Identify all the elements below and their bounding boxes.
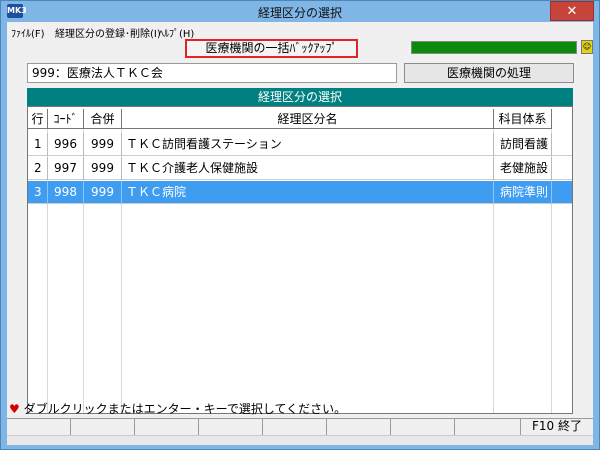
cell-row: 2 (28, 157, 48, 180)
bottom-strip (7, 435, 593, 445)
heart-icon: ♥ (9, 402, 20, 416)
column-header-code: ｺｰﾄﾞ (48, 109, 84, 129)
cell-code: 997 (48, 157, 84, 180)
accounting-division-table: 行 ｺｰﾄﾞ 合併 経理区分名 科目体系 1 996 999 ＴＫＣ訪問看護ステ… (27, 106, 573, 414)
table-row[interactable]: 1 996 999 ＴＫＣ訪問看護ステーション 訪問看護 (28, 133, 572, 156)
progress-bar (411, 41, 577, 54)
menu-bar: ﾌｧｲﾙ(F) 経理区分の登録･削除(I) ﾍﾙﾌﾟ(H) (7, 22, 593, 40)
cell-system: 病院準則 (494, 181, 552, 204)
fkey-slot[interactable] (455, 419, 521, 435)
fkey-slot[interactable] (71, 419, 135, 435)
column-header-merge: 合併 (84, 109, 122, 129)
main-window: MK3 経理区分の選択 ✕ ﾌｧｲﾙ(F) 経理区分の登録･削除(I) ﾍﾙﾌﾟ… (0, 0, 600, 450)
cell-row: 1 (28, 133, 48, 156)
process-organization-button[interactable]: 医療機関の処理 (404, 63, 574, 83)
cell-name: ＴＫＣ訪問看護ステーション (122, 133, 494, 156)
cell-name: ＴＫＣ病院 (122, 181, 494, 204)
cell-merge: 999 (84, 133, 122, 156)
section-title: 経理区分の選択 (27, 88, 573, 106)
cell-merge: 999 (84, 181, 122, 204)
cell-code: 996 (48, 133, 84, 156)
fkey-slot[interactable] (391, 419, 455, 435)
organization-field: 999：医療法人ＴＫＣ会 (27, 63, 397, 83)
title-bar[interactable]: MK3 経理区分の選択 ✕ (1, 1, 599, 22)
table-row[interactable]: 3 998 999 ＴＫＣ病院 病院準則 (28, 181, 572, 204)
fkey-slot[interactable] (327, 419, 391, 435)
menu-help[interactable]: ﾍﾙﾌﾟ(H) (159, 25, 194, 40)
cell-system: 訪問看護 (494, 133, 552, 156)
close-button[interactable]: ✕ (550, 1, 594, 21)
client-area: ﾌｧｲﾙ(F) 経理区分の登録･削除(I) ﾍﾙﾌﾟ(H) 医療機関の一括ﾊﾞｯ… (7, 22, 593, 445)
table-row[interactable]: 2 997 999 ＴＫＣ介護老人保健施設 老健施設 (28, 157, 572, 180)
progress-fill (412, 42, 576, 53)
cell-name: ＴＫＣ介護老人保健施設 (122, 157, 494, 180)
column-header-name: 経理区分名 (122, 109, 494, 129)
window-title: 経理区分の選択 (257, 6, 342, 20)
menu-register-delete[interactable]: 経理区分の登録･削除(I) (55, 25, 161, 40)
fkey-slot[interactable] (7, 419, 71, 435)
cell-code: 998 (48, 181, 84, 204)
exit-button[interactable]: F10 終了 (521, 419, 593, 435)
cell-system: 老健施設 (494, 157, 552, 180)
column-header-system: 科目体系 (494, 109, 552, 129)
bulk-backup-button[interactable]: 医療機関の一括ﾊﾞｯｸｱｯﾌﾟ (185, 39, 358, 58)
fkey-slot[interactable] (135, 419, 199, 435)
fkey-slot[interactable] (199, 419, 263, 435)
function-key-bar: F10 終了 (7, 418, 593, 435)
status-message: ダブルクリックまたはエンター・キーで選択してください。 (23, 402, 347, 416)
status-bar: ♥ ダブルクリックまたはエンター・キーで選択してください。 (7, 402, 593, 416)
status-lamp-icon: ☺ (581, 40, 593, 54)
cell-row: 3 (28, 181, 48, 204)
fkey-slot[interactable] (263, 419, 327, 435)
cell-merge: 999 (84, 157, 122, 180)
menu-file[interactable]: ﾌｧｲﾙ(F) (11, 25, 45, 40)
column-header-row: 行 (28, 109, 48, 129)
